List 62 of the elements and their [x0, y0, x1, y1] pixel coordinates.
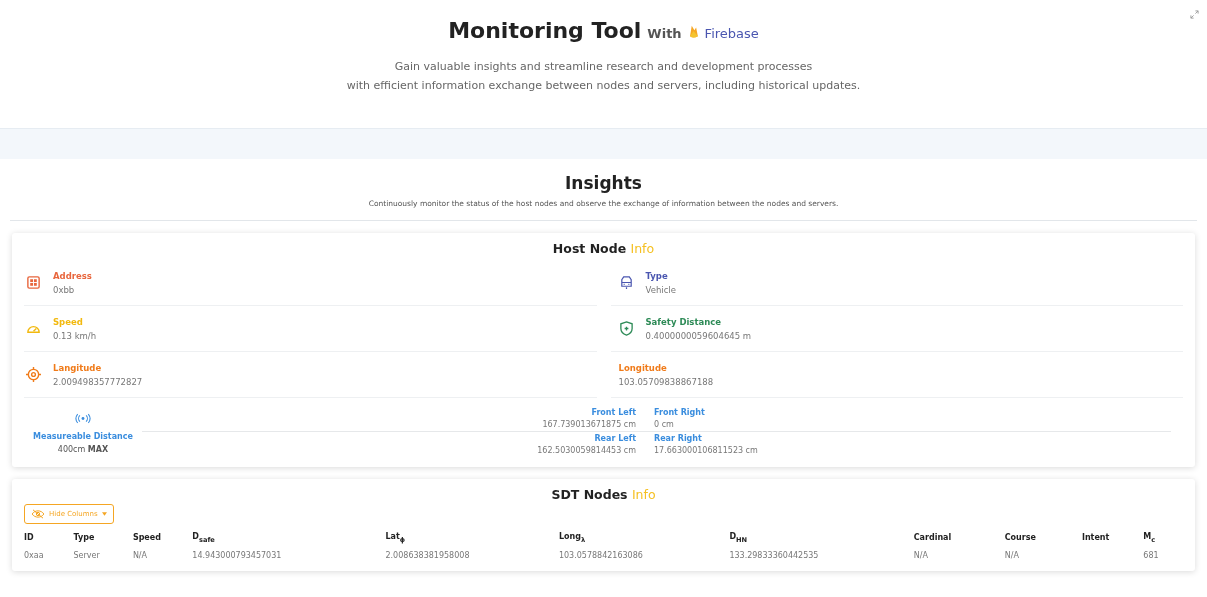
table-cell: N/A — [1004, 550, 1019, 560]
table-cell: 681 — [1143, 550, 1159, 560]
card-title: Host Node — [552, 241, 627, 256]
sensor-value: 162.5030059814453 cm — [536, 446, 636, 455]
column-header: Course — [1004, 530, 1082, 546]
brand-name: Firebase — [704, 26, 759, 41]
sensor-value: 17.663000106811523 cm — [654, 446, 759, 455]
sensor-label: Rear Right — [654, 434, 703, 443]
field-label: Address — [53, 270, 92, 281]
sensor-label: Front Left — [590, 408, 636, 417]
with-label: With — [647, 26, 682, 41]
signal-icon — [75, 413, 91, 424]
column-header: Lat$_{ϕ}$ — [385, 530, 559, 546]
info-label: Info — [630, 241, 655, 256]
shield-icon — [618, 321, 634, 336]
table-cell: N/A — [913, 550, 928, 560]
table-cell: 0xaa — [24, 550, 44, 560]
measurable-distance-value: 400cm MAX — [56, 445, 110, 454]
column-header: Speed — [132, 530, 193, 546]
column-header: D$_{HN}$ — [729, 530, 914, 546]
subtitle-line: Gain valuable insights and streamline research and development processes — [393, 59, 814, 75]
field-label: Langitude — [53, 362, 103, 373]
sensor-label: Rear Left — [593, 434, 636, 443]
subtitle-line: with efficient information exchange between nodes and servers, including historical updates. — [345, 78, 862, 94]
measurable-distance-label: Measureable Distance — [32, 432, 134, 441]
field-label: Type — [645, 270, 669, 281]
table-cell: Server — [73, 550, 100, 560]
field-label: Speed — [53, 316, 84, 327]
table-cell: N/A — [132, 550, 148, 560]
field-value: 0.13 km/h — [53, 330, 97, 341]
flame-icon — [687, 24, 699, 38]
page-title: Monitoring Tool — [448, 18, 642, 43]
card-title: SDT Nodes — [551, 487, 628, 502]
column-header: D$_{safe}$ — [192, 531, 216, 546]
sensor-value: 0 cm — [654, 420, 675, 429]
expand-icon[interactable] — [1190, 10, 1199, 19]
vehicle-icon — [618, 275, 634, 290]
field-value: 0.4000000059604645 m — [645, 330, 752, 341]
sensor-value: 167.739013671875 cm — [541, 420, 636, 429]
field-value: 0xbb — [53, 284, 76, 295]
caret-icon — [101, 512, 107, 516]
column-header: Type — [73, 530, 133, 546]
column-header: ID — [24, 530, 74, 546]
table-cell: 14.943000793457031 — [192, 550, 282, 560]
column-header: Long$_{λ}$ — [558, 531, 587, 546]
table-cell: 103.0578842163086 — [558, 550, 643, 560]
column-header: Cardinal — [913, 530, 1005, 546]
eye-off-icon — [31, 509, 45, 519]
info-label: Info — [631, 487, 656, 502]
target-icon — [26, 367, 41, 382]
field-value: Vehicle — [645, 284, 676, 295]
table-cell: 133.29833360442535 — [729, 550, 819, 560]
column-header: M$_{c}$ — [1143, 531, 1157, 546]
chip-icon — [26, 275, 41, 290]
field-value: 2.009498357772827 — [53, 376, 143, 387]
field-label: Longitude — [618, 362, 668, 373]
table-cell: 2.008638381958008 — [385, 550, 470, 560]
sensor-label: Front Right — [654, 408, 706, 417]
field-value: 103.05709838867188 — [618, 376, 714, 387]
column-header: Intent — [1081, 530, 1144, 546]
section-title: Insights — [564, 173, 643, 193]
field-label: Safety Distance — [645, 316, 723, 327]
